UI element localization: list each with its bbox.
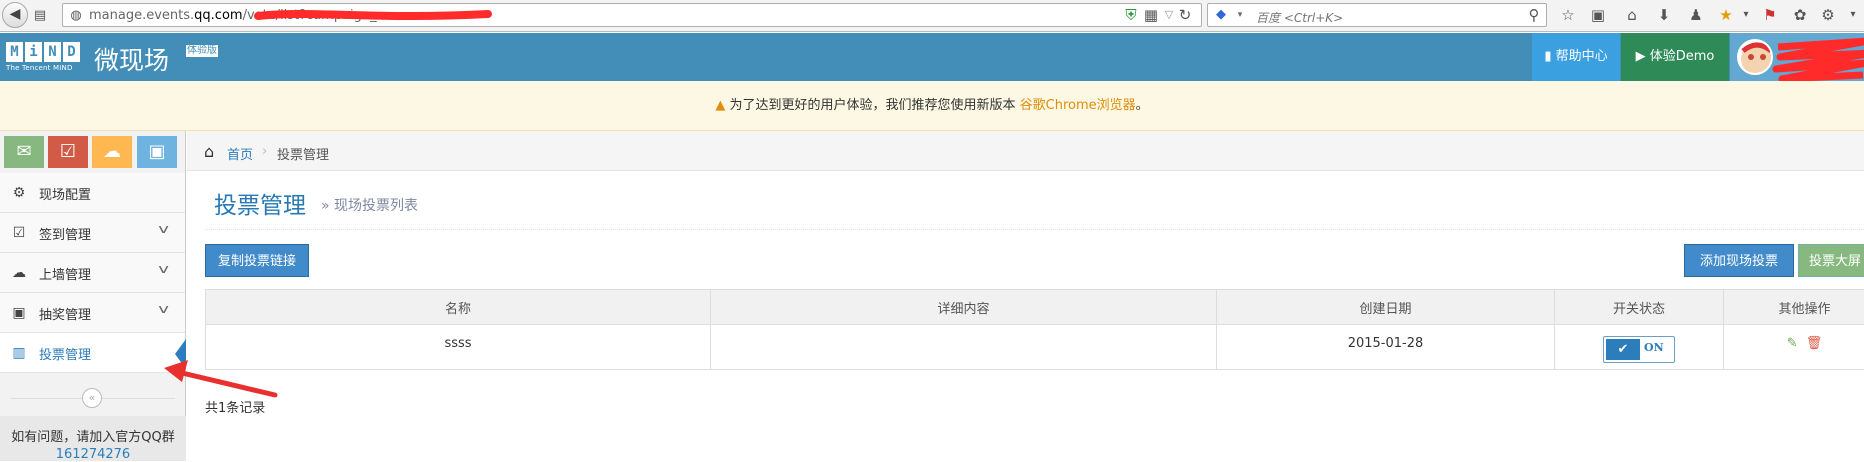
chat-icon[interactable]: ☁: [92, 136, 132, 168]
vote-name: ssss: [206, 325, 711, 370]
reader-icon[interactable]: ▣: [1588, 5, 1608, 25]
home-icon[interactable]: ⌂: [204, 142, 214, 161]
gift-icon[interactable]: ▣: [137, 136, 177, 168]
person-icon[interactable]: ♟: [1686, 5, 1706, 25]
chevron-down-icon: v: [158, 302, 169, 316]
page-icon[interactable]: ▤: [30, 6, 50, 26]
page-subtitle: » 现场投票列表: [321, 195, 418, 215]
chevron-down-icon: v: [158, 222, 169, 236]
shield-icon[interactable]: ⛨: [1121, 5, 1141, 25]
chevron-down-icon: v: [158, 262, 169, 276]
home-icon[interactable]: ⌂: [1622, 5, 1642, 25]
column-header: 创建日期: [1217, 290, 1555, 325]
breadcrumb-home[interactable]: 首页: [227, 144, 253, 163]
gift-icon: ▣: [10, 304, 28, 322]
sidebar-item-checkin[interactable]: ☑ 签到管理 v: [0, 213, 185, 253]
book-icon: ▮: [1544, 49, 1551, 64]
double-chevron-left-icon[interactable]: «: [82, 388, 102, 408]
addon-icon[interactable]: ⚙: [1818, 5, 1838, 25]
checkin-icon: ☑: [10, 224, 28, 242]
vote-detail: [711, 325, 1217, 370]
brand-title: 微现场: [94, 41, 169, 77]
badge-icon[interactable]: ★: [1716, 5, 1736, 25]
search-placeholder: 百度 <Ctrl+K>: [1256, 9, 1343, 26]
checkmark-icon: ✔: [1606, 339, 1640, 360]
breadcrumb-separator: ›: [262, 144, 267, 159]
help-center-button[interactable]: ▮ 帮助中心: [1532, 33, 1620, 81]
mind-logo: M i N D The Tencent MIND: [6, 42, 86, 72]
sidebar-item-config[interactable]: ⚙ 现场配置: [0, 173, 185, 213]
envelope-icon[interactable]: ✉: [4, 136, 44, 168]
demo-button[interactable]: ▶ 体验Demo: [1621, 33, 1729, 81]
brand-tag: 体验版: [186, 45, 218, 57]
add-vote-button[interactable]: 添加现场投票: [1684, 244, 1794, 277]
edit-icon[interactable]: ✎: [1787, 336, 1798, 351]
checkbox-icon[interactable]: ☑: [48, 136, 88, 168]
qq-group-info: 如有问题，请加入官方QQ群 161274276: [0, 416, 186, 461]
chrome-link[interactable]: 谷歌Chrome浏览器: [1020, 98, 1136, 113]
addon-icon[interactable]: ⚑: [1760, 5, 1780, 25]
divider: [205, 229, 1864, 230]
browser-notice: ▲ 为了达到更好的用户体验，我们推荐您使用新版本 谷歌Chrome浏览器。: [0, 81, 1864, 131]
annotation-arrow: [160, 330, 280, 400]
column-header: 开关状态: [1555, 290, 1724, 325]
app-header: M i N D The Tencent MIND 微现场 体验版 ▮ 帮助中心 …: [0, 33, 1864, 81]
search-icon[interactable]: ⚲: [1524, 5, 1544, 25]
globe-icon: ◍: [66, 6, 86, 26]
vote-date: 2015-01-28: [1217, 325, 1555, 370]
copy-link-button[interactable]: 复制投票链接: [205, 244, 309, 277]
trash-icon[interactable]: 🗑: [1806, 336, 1823, 351]
dropdown-icon[interactable]: ▾: [1230, 5, 1250, 25]
qr-icon[interactable]: ▦: [1141, 5, 1161, 25]
dropdown-icon[interactable]: ▾: [1736, 5, 1756, 25]
addon-icon[interactable]: ✿: [1790, 5, 1810, 25]
download-icon[interactable]: ⬇: [1654, 5, 1674, 25]
table-row: ssss 2015-01-28 ✔ ON ✎ 🗑: [206, 325, 1864, 370]
warning-icon: ▲: [715, 98, 725, 113]
page-title: 投票管理: [214, 186, 306, 220]
back-icon[interactable]: ◀: [2, 2, 28, 28]
dropdown-icon[interactable]: ▾: [1843, 5, 1863, 25]
column-header: 详细内容: [711, 290, 1217, 325]
bar-chart-icon: ▥: [10, 344, 28, 362]
vote-table: 名称 详细内容 创建日期 开关状态 其他操作 ssss 2015-01-28 ✔…: [205, 289, 1864, 370]
star-icon[interactable]: ☆: [1558, 5, 1578, 25]
table-header-row: 名称 详细内容 创建日期 开关状态 其他操作: [206, 290, 1864, 325]
search-bar[interactable]: ◆ ▾ 百度 <Ctrl+K> ⚲: [1207, 3, 1547, 27]
sidebar-collapse[interactable]: «: [10, 387, 175, 411]
comments-icon: ☁: [10, 264, 28, 282]
play-icon: ▶: [1636, 49, 1646, 64]
breadcrumb-current: 投票管理: [277, 144, 329, 163]
url-bar[interactable]: ◍ manage.events.qq.com/vote/list?campaig…: [62, 3, 1202, 27]
breadcrumb: ⌂ 首页 › 投票管理: [187, 131, 1864, 171]
browser-toolbar: ◀ ▤ ◍ manage.events.qq.com/vote/list?cam…: [0, 0, 1864, 32]
column-header: 其他操作: [1724, 290, 1864, 325]
status-toggle[interactable]: ✔ ON: [1603, 336, 1675, 363]
sidebar-item-wall[interactable]: ☁ 上墙管理 v: [0, 253, 185, 293]
baidu-icon: ◆: [1211, 5, 1231, 25]
column-header: 名称: [206, 290, 711, 325]
sidebar-item-lottery[interactable]: ▣ 抽奖管理 v: [0, 293, 185, 333]
redaction-scribble: [253, 8, 493, 22]
sidebar-item-vote[interactable]: ▥ 投票管理: [0, 333, 185, 373]
qq-number: 161274276: [0, 447, 186, 462]
sidebar: ✉ ☑ ☁ ▣ ⚙ 现场配置 ☑ 签到管理 v ☁ 上墙管理 v ▣ 抽奖管理 …: [0, 131, 186, 461]
gear-icon: ⚙: [10, 184, 28, 202]
vote-screen-button[interactable]: 投票大屏: [1798, 244, 1864, 277]
reload-icon[interactable]: ↻: [1175, 5, 1195, 25]
